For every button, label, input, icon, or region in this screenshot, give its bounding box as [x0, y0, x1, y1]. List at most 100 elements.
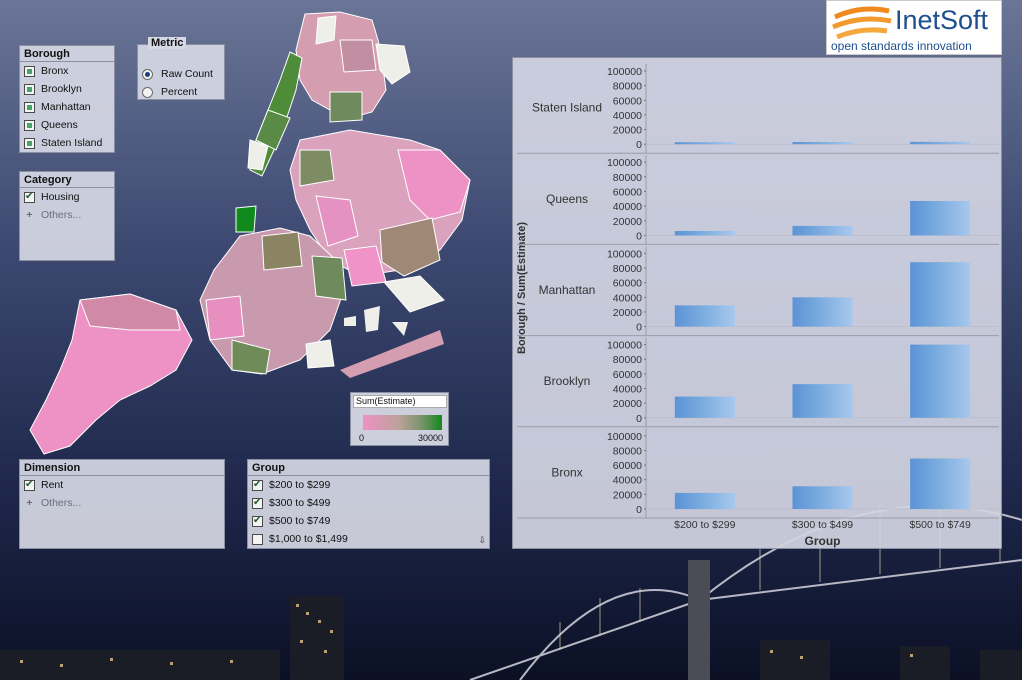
y-tick-label: 20000 [613, 307, 642, 319]
row-label: Staten Island [532, 101, 602, 115]
dimension-item-rent[interactable]: Rent [20, 476, 224, 494]
y-tick-label: 20000 [613, 398, 642, 410]
category-filter-title: Category [20, 172, 114, 188]
y-tick-label: 100000 [607, 66, 642, 78]
metric-radio-group: Metric Raw Count Percent [137, 37, 225, 101]
select-box-icon[interactable] [24, 83, 35, 95]
category-others[interactable]: + Others... [20, 206, 114, 224]
borough-item-queens[interactable]: Queens [20, 116, 114, 134]
y-tick-label: 80000 [613, 354, 642, 366]
bar [910, 200, 971, 236]
bar [792, 297, 853, 327]
group-item-1000-1499[interactable]: $1,000 to $1,499 [248, 530, 489, 548]
y-tick-label: 100000 [607, 248, 642, 260]
y-tick-label: 60000 [613, 460, 642, 472]
y-tick-label: 0 [636, 322, 642, 334]
bar [674, 396, 735, 418]
radio-icon[interactable] [142, 86, 153, 98]
bar [674, 142, 735, 145]
map-region-bronx[interactable] [295, 11, 411, 123]
y-tick-label: 40000 [613, 110, 642, 122]
plus-icon: + [26, 209, 33, 221]
plus-icon: + [26, 497, 33, 509]
logo-name: InetSoft [895, 5, 989, 35]
borough-item-bronx[interactable]: Bronx [20, 62, 114, 80]
y-tick-label: 40000 [613, 475, 642, 487]
y-tick-label: 80000 [613, 263, 642, 275]
y-tick-label: 80000 [613, 445, 642, 457]
bar [910, 141, 971, 145]
scroll-down-icon[interactable]: ⇩ [478, 535, 486, 546]
metric-option-percent[interactable]: Percent [138, 83, 224, 101]
y-tick-label: 100000 [607, 157, 642, 169]
metric-option-raw-count[interactable]: Raw Count [138, 65, 224, 83]
bar [674, 231, 735, 236]
dimension-others[interactable]: + Others... [20, 494, 224, 512]
radio-selected-icon[interactable] [142, 68, 153, 80]
checkbox-checked-icon[interactable] [24, 191, 35, 203]
y-tick-label: 60000 [613, 186, 642, 198]
bar [792, 142, 853, 145]
borough-bar-chart: Borough / Sum(Estimate) Staten Island 0 200… [512, 57, 1002, 549]
x-tick-label: $200 to $299 [674, 519, 735, 531]
y-tick-label: 40000 [613, 384, 642, 396]
y-axis-title: Borough / Sum(Estimate) [516, 222, 528, 354]
group-item-200-299[interactable]: $200 to $299 [248, 476, 489, 494]
y-tick-label: 60000 [613, 278, 642, 290]
y-tick-label: 20000 [613, 216, 642, 228]
row-label: Bronx [551, 465, 582, 479]
bar [792, 384, 853, 418]
y-tick-label: 60000 [613, 95, 642, 107]
group-filter-title: Group [248, 460, 489, 476]
y-tick-label: 20000 [613, 125, 642, 137]
select-box-icon[interactable] [24, 65, 35, 77]
legend-gradient [363, 415, 442, 430]
bar [792, 486, 853, 509]
group-item-500-749[interactable]: $500 to $749 [248, 512, 489, 530]
legend-title: Sum(Estimate) [353, 395, 447, 408]
x-axis-title: Group [805, 534, 841, 548]
checkbox-icon[interactable] [252, 533, 263, 545]
group-item-300-499[interactable]: $300 to $499 [248, 494, 489, 512]
map-region-staten-island[interactable] [29, 293, 193, 455]
map-region-brooklyn[interactable] [199, 227, 347, 375]
borough-item-staten-island[interactable]: Staten Island [20, 134, 114, 152]
logo-swoosh-icon [832, 6, 892, 40]
bar [910, 458, 971, 509]
select-box-icon[interactable] [24, 101, 35, 113]
group-filter-panel: Group $200 to $299 $300 to $499 $500 to … [247, 459, 490, 549]
select-box-icon[interactable] [24, 119, 35, 131]
bar [792, 225, 853, 236]
y-tick-label: 0 [636, 413, 642, 425]
bar [674, 305, 735, 327]
select-box-icon[interactable] [24, 137, 35, 149]
bar [910, 262, 971, 327]
chart-svg: Borough / Sum(Estimate) Staten Island 0 200… [516, 64, 999, 548]
y-tick-label: 0 [636, 139, 642, 151]
dimension-filter-title: Dimension [20, 460, 224, 476]
x-tick-label: $300 to $499 [792, 519, 853, 531]
y-tick-label: 0 [636, 230, 642, 242]
row-label: Queens [546, 192, 588, 206]
row-label: Brooklyn [544, 374, 591, 388]
checkbox-checked-icon[interactable] [24, 479, 35, 491]
map-color-legend: Sum(Estimate) 0 30000 [350, 392, 449, 446]
category-filter-panel: Category Housing +Others... [19, 171, 115, 261]
checkbox-checked-icon[interactable] [252, 497, 263, 509]
inetsoft-logo: InetSoft open standards innovation [826, 0, 1002, 55]
category-item-housing[interactable]: Housing [20, 188, 114, 206]
y-tick-label: 80000 [613, 172, 642, 184]
bar [910, 344, 971, 418]
checkbox-checked-icon[interactable] [252, 515, 263, 527]
x-tick-label: $500 to $749 [910, 519, 971, 531]
y-tick-label: 100000 [607, 340, 642, 352]
checkbox-checked-icon[interactable] [252, 479, 263, 491]
map-region-manhattan[interactable] [235, 51, 303, 233]
legend-min: 0 [359, 433, 365, 443]
borough-filter-panel: Borough Bronx Brooklyn Manhattan Queens … [19, 45, 115, 153]
dimension-filter-panel: Dimension Rent +Others... [19, 459, 225, 549]
borough-item-manhattan[interactable]: Manhattan [20, 98, 114, 116]
borough-item-brooklyn[interactable]: Brooklyn [20, 80, 114, 98]
row-label: Manhattan [539, 283, 596, 297]
y-tick-label: 80000 [613, 81, 642, 93]
